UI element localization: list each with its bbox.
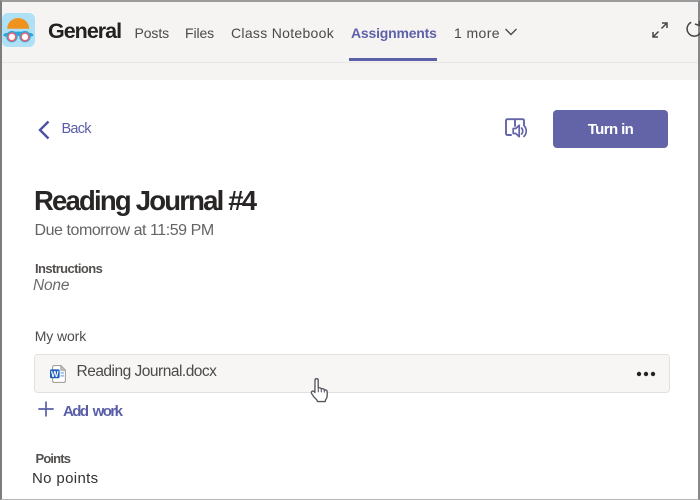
svg-text:W: W — [51, 369, 59, 378]
